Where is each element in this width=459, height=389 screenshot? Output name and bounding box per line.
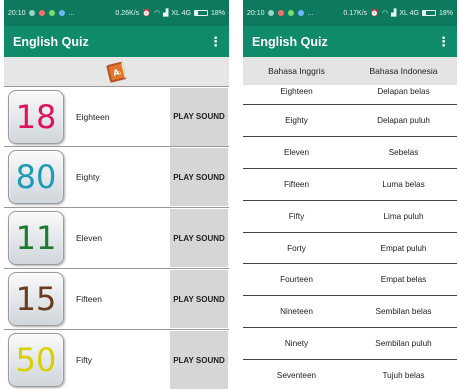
table-row: Forty Empat puluh [243,233,457,265]
play-sound-button[interactable]: PLAY SOUND [170,209,228,267]
english-word: Nineteen [280,307,313,317]
table-row: Fourteen Empat belas [243,264,457,297]
book-icon: A b [106,61,127,82]
app-bar: English Quiz ⋮ [4,26,229,57]
quiz-row: 80 Eighty PLAY SOUND [4,147,229,208]
status-bar: 20:10 ... 0.17K/s ⏰ ◠ ▟ XL 4G 18% [243,0,457,26]
wifi-icon: ◠ [153,10,160,17]
indonesian-word: Tujuh belas [382,371,425,381]
translation-screen: 20:10 ... 0.17K/s ⏰ ◠ ▟ XL 4G 18% Englis… [243,0,457,389]
quiz-row: 11 Eleven PLAY SOUND [4,208,229,269]
status-ellipsis: ... [307,9,314,17]
number-word: Eighteen [76,111,110,122]
quiz-list: 18 Eighteen PLAY SOUND 80 Eighty PLAY SOUND 11… [4,86,229,389]
app-logo-banner: A b [4,57,229,86]
indonesian-word: Empat puluh [380,243,427,253]
indonesian-word: Delapan puluh [377,115,430,125]
number-word: Eleven [76,233,102,243]
notification-icon [287,10,294,16]
indonesian-word: Sebelas [388,147,419,157]
english-word: Seventeen [276,371,317,381]
number-tile[interactable]: 18 [8,89,64,144]
number-tile[interactable]: 80 [8,150,64,204]
number-tile[interactable]: 50 [8,333,64,387]
indonesian-word: Lima puluh [383,211,424,221]
app-bar: English Quiz ⋮ [243,26,457,57]
english-word: Fifty [288,211,305,221]
notification-icon [297,10,304,16]
table-row: Ninety Sembilan puluh [243,328,457,361]
english-word: Forty [287,243,306,253]
network-speed: 0.17K/s [343,9,368,17]
status-time: 20:10 [247,9,265,17]
network-type: XL 4G [171,9,191,17]
indonesian-word: Sembilan belas [375,307,432,317]
column-header-indonesian: Bahasa Indonesia [369,66,438,76]
table-header: Bahasa Inggris Bahasa Indonesia [243,57,457,85]
english-word: Eighteen [280,87,313,96]
battery-icon [421,10,436,16]
number-word: Fifteen [76,294,102,304]
indonesian-word: Sembilan puluh [375,339,432,349]
table-row: Fifteen Luma belas [243,169,457,201]
notification-icon [58,10,65,16]
play-sound-button[interactable]: PLAY SOUND [170,148,228,206]
table-row: Eighteen Delapan belas [243,85,457,105]
status-time: 20:10 [8,9,26,17]
quiz-screen: 20:10 ... 0.26K/s ⏰ ◠ ▟ XL 4G 18% Englis… [4,0,229,389]
play-sound-button[interactable]: PLAY SOUND [170,270,228,328]
indonesian-word: Empat belas [380,275,427,285]
english-word: Eighty [285,115,308,125]
quiz-row: 15 Fifteen PLAY SOUND [4,269,229,330]
notification-icon [277,10,284,16]
table-row: Nineteen Sembilan belas [243,296,457,329]
battery-level: 18% [438,9,453,17]
alarm-icon: ⏰ [142,10,151,17]
table-row: Fifty Lima puluh [243,201,457,233]
quiz-row: 50 Fifty PLAY SOUND [4,330,229,389]
table-row: Eleven Sebelas [243,137,457,169]
translation-list: Eighteen Delapan belas Eighty Delapan puluh… [243,85,457,389]
app-title: English Quiz [252,34,328,49]
notification-icon [267,10,274,16]
play-sound-button[interactable]: PLAY SOUND [170,331,228,389]
indonesian-word: Delapan belas [377,87,430,96]
table-row: Eighty Delapan puluh [243,105,457,137]
number-word: Eighty [76,172,100,182]
number-tile[interactable]: 15 [8,272,64,326]
english-word: Eleven [283,147,310,157]
wifi-icon: ◠ [381,10,388,17]
indonesian-word: Luma belas [382,179,425,189]
signal-icon: ▟ [391,10,397,17]
battery-level: 18% [210,9,225,17]
alarm-icon: ⏰ [370,10,379,17]
quiz-row: 18 Eighteen PLAY SOUND [4,86,229,147]
status-ellipsis: ... [68,9,75,17]
notification-icon [38,10,45,16]
notification-icon [28,10,35,16]
english-word: Fourteen [280,275,313,285]
number-word: Fifty [76,355,93,365]
english-word: Fifteen [283,179,310,189]
overflow-menu-icon[interactable]: ⋮ [437,34,450,50]
battery-icon [193,10,208,16]
english-word: Ninety [284,339,309,349]
network-type: XL 4G [399,9,419,17]
signal-icon: ▟ [163,10,169,17]
column-header-english: Bahasa Inggris [268,66,325,76]
notification-icon [48,10,55,16]
network-speed: 0.26K/s [115,9,140,17]
number-tile[interactable]: 11 [8,211,64,265]
app-title: English Quiz [13,34,89,49]
play-sound-button[interactable]: PLAY SOUND [170,87,228,146]
table-row: Seventeen Tujuh belas [243,360,457,389]
overflow-menu-icon[interactable]: ⋮ [209,34,222,50]
status-bar: 20:10 ... 0.26K/s ⏰ ◠ ▟ XL 4G 18% [4,0,229,26]
